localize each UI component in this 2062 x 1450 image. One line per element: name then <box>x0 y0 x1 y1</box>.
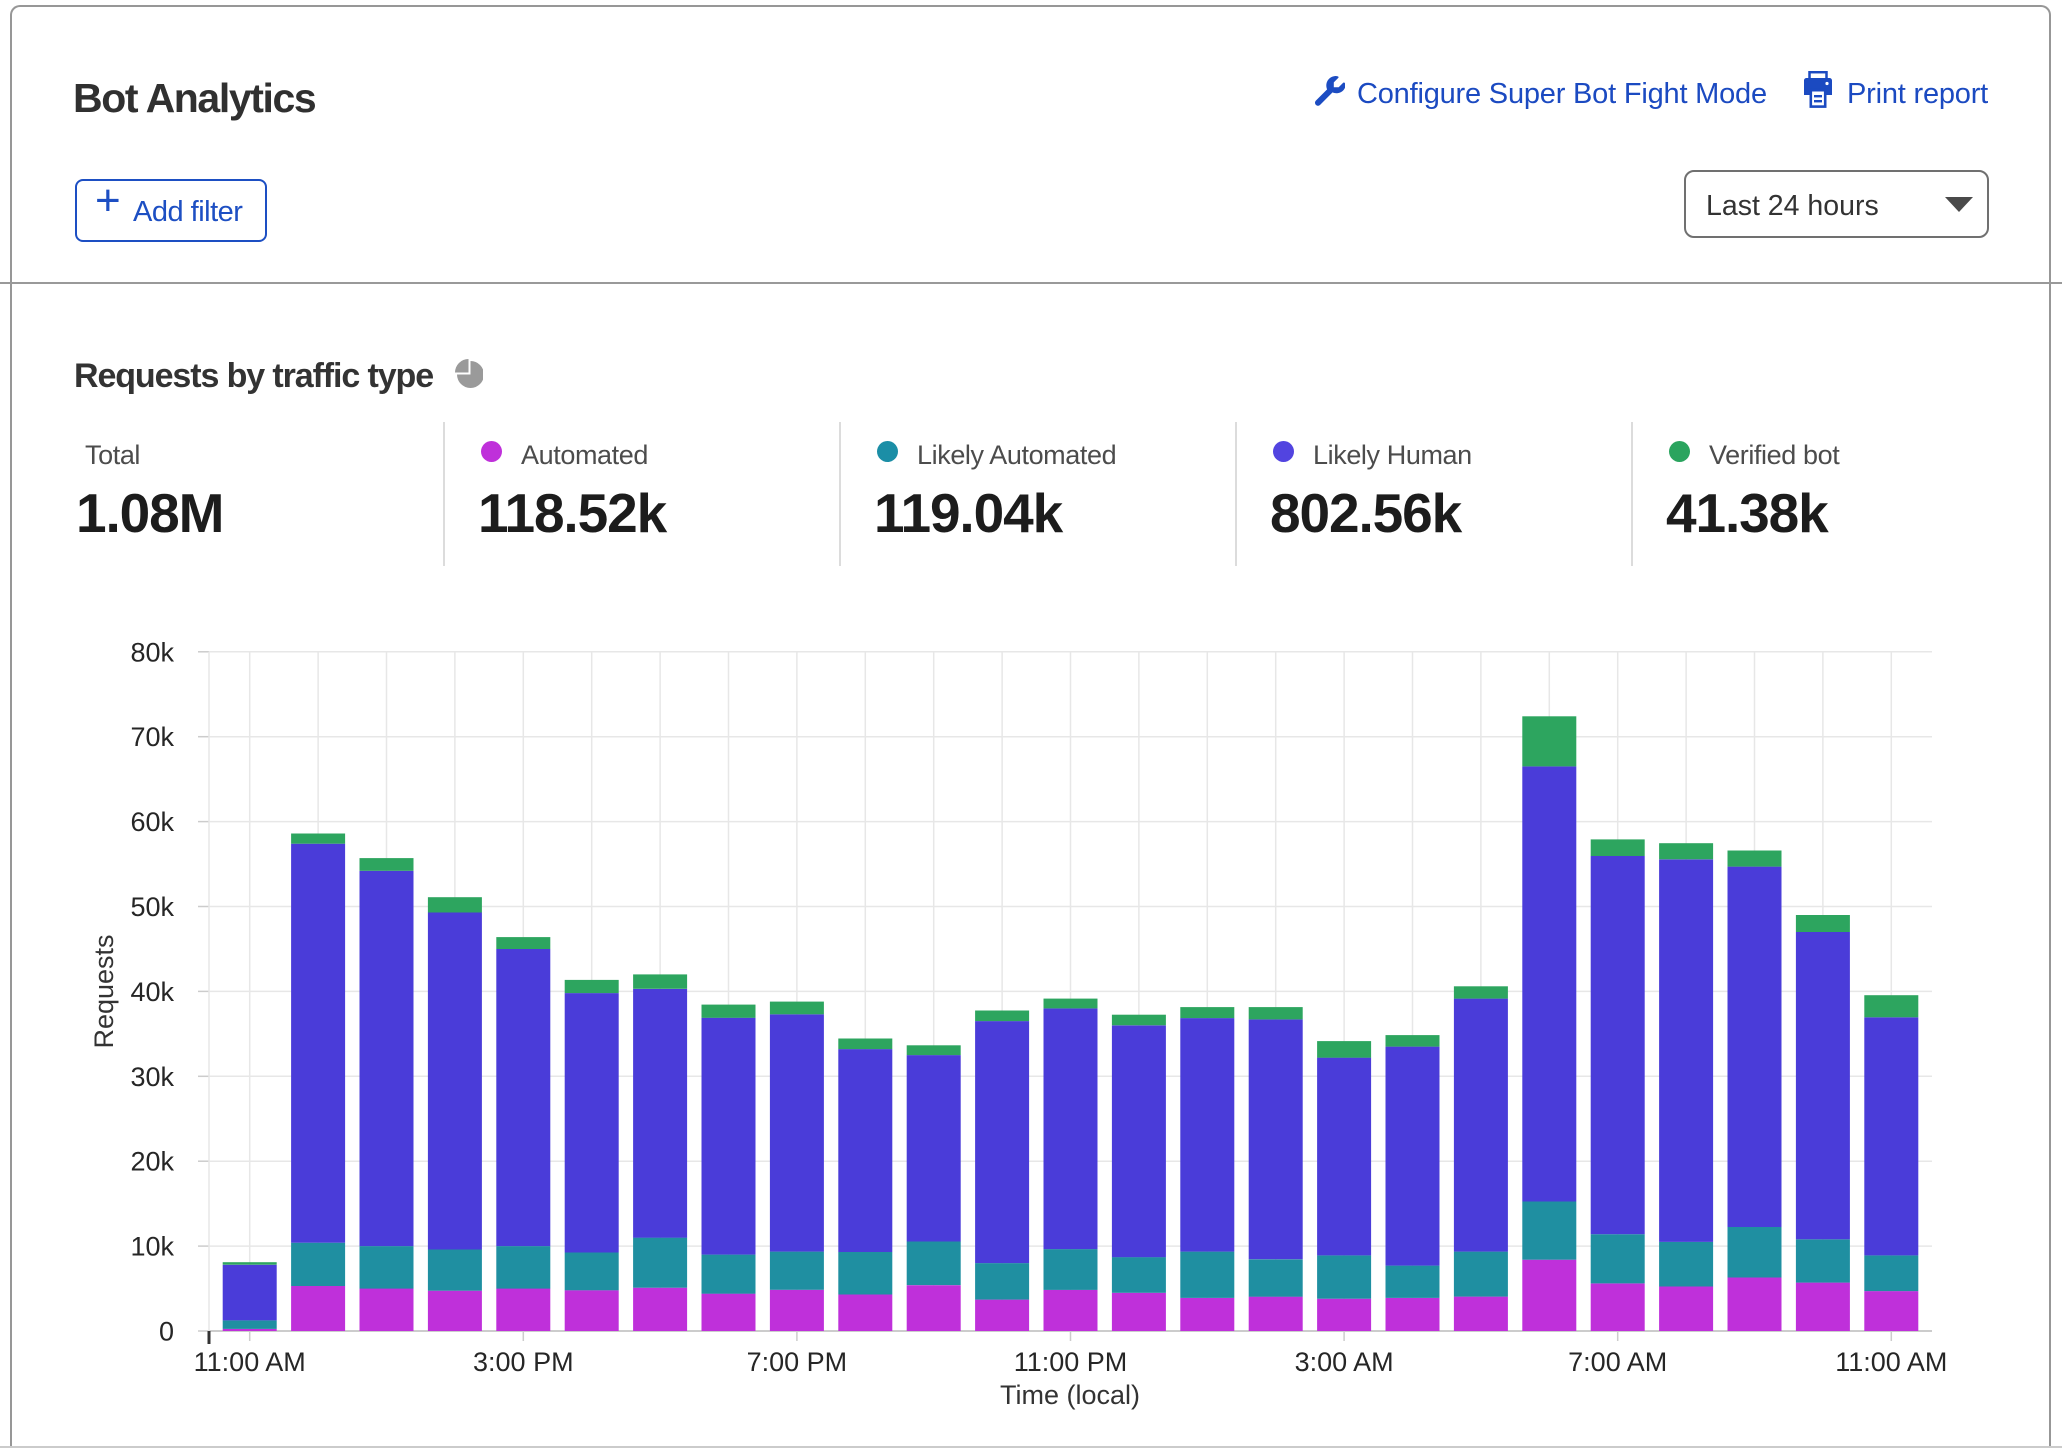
svg-text:50k: 50k <box>130 892 174 922</box>
svg-text:10k: 10k <box>130 1232 174 1262</box>
svg-text:Time (local): Time (local) <box>1000 1380 1140 1410</box>
svg-text:80k: 80k <box>130 637 174 667</box>
svg-text:7:00 AM: 7:00 AM <box>1568 1347 1667 1377</box>
svg-text:70k: 70k <box>130 722 174 752</box>
svg-text:3:00 PM: 3:00 PM <box>473 1347 574 1377</box>
svg-text:30k: 30k <box>130 1062 174 1092</box>
svg-text:60k: 60k <box>130 807 174 837</box>
svg-text:11:00 PM: 11:00 PM <box>1014 1347 1128 1377</box>
svg-text:40k: 40k <box>130 977 174 1007</box>
svg-text:7:00 PM: 7:00 PM <box>747 1347 848 1377</box>
svg-text:3:00 AM: 3:00 AM <box>1295 1347 1394 1377</box>
svg-text:11:00 AM: 11:00 AM <box>1835 1347 1947 1377</box>
svg-text:11:00 AM: 11:00 AM <box>194 1347 306 1377</box>
svg-text:20k: 20k <box>130 1147 174 1177</box>
svg-text:0: 0 <box>159 1317 174 1347</box>
svg-text:Requests: Requests <box>89 934 119 1048</box>
